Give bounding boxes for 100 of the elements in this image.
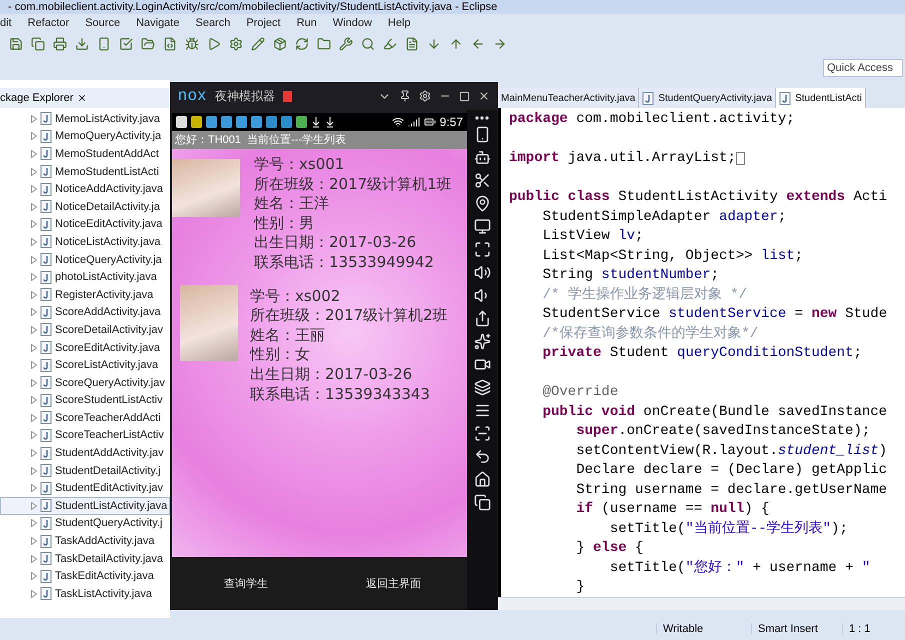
menu-item[interactable]: Project — [246, 17, 281, 29]
tree-item[interactable]: TaskListActivity.java — [0, 585, 170, 603]
tree-item[interactable]: ScoreListActivity.java — [0, 356, 170, 374]
toolbar-button[interactable] — [404, 36, 420, 52]
settings-button[interactable] — [419, 90, 431, 102]
tree-item[interactable]: ScoreTeacherAddActi — [0, 409, 170, 427]
menu-item[interactable]: Navigate — [136, 17, 180, 29]
menu-item[interactable]: Refactor — [28, 17, 70, 29]
tree-item[interactable]: ScoreDetailActivity.jav — [0, 321, 170, 339]
expand-arrow-icon[interactable] — [31, 220, 37, 228]
close-button[interactable] — [478, 90, 490, 102]
toolbar-button[interactable] — [360, 36, 376, 52]
menu-item[interactable]: Search — [195, 17, 230, 29]
emulator-tool-button[interactable] — [474, 379, 490, 396]
tree-item[interactable]: ScoreAddActivity.java — [0, 304, 170, 322]
toolbar-button[interactable] — [162, 36, 178, 52]
menu-item[interactable]: Help — [388, 17, 411, 29]
emulator-tool-button[interactable] — [474, 425, 490, 442]
view-tab[interactable]: ckage Explorer — [0, 88, 170, 108]
expand-arrow-icon[interactable] — [31, 466, 37, 475]
emulator-tool-button[interactable] — [474, 402, 490, 419]
tree-item[interactable]: TaskDetailActivity.java — [0, 550, 170, 568]
pin-button[interactable] — [399, 90, 411, 102]
expand-arrow-icon[interactable] — [31, 484, 37, 492]
toolbar-button[interactable] — [338, 36, 354, 52]
tree-item[interactable]: MemoQueryActivity.ja — [0, 128, 170, 146]
tree-item[interactable]: TaskAddActivity.java — [0, 532, 170, 550]
tree-item[interactable]: ScoreEditActivity.java — [0, 338, 170, 356]
emulator-tool-button[interactable] — [474, 471, 490, 488]
tree-item[interactable]: ScoreTeacherListActiv — [0, 426, 170, 444]
emulator-tool-button[interactable] — [474, 241, 490, 258]
toolbar-button[interactable] — [140, 36, 156, 52]
emulator-tool-button[interactable] — [474, 310, 490, 327]
expand-arrow-icon[interactable] — [31, 378, 37, 387]
toolbar-button[interactable] — [52, 36, 68, 52]
folded-code-icon[interactable] — [736, 152, 745, 166]
expand-arrow-icon[interactable] — [31, 202, 37, 211]
emulator-tool-button[interactable] — [474, 264, 490, 281]
tree-item[interactable]: NoticeAddActivity.java — [0, 180, 170, 198]
expand-arrow-icon[interactable] — [31, 414, 37, 422]
emulator-tool-button[interactable] — [474, 218, 490, 235]
toolbar-button[interactable] — [30, 36, 46, 52]
expand-arrow-icon[interactable] — [31, 256, 37, 264]
maximize-button[interactable] — [459, 90, 470, 102]
tree-item[interactable]: MemoStudentListActi — [0, 162, 170, 180]
emulator-tool-button[interactable] — [475, 116, 489, 120]
expand-arrow-icon[interactable] — [31, 326, 37, 334]
expand-arrow-icon[interactable] — [31, 590, 37, 598]
toolbar-button[interactable] — [316, 36, 332, 52]
expand-arrow-icon[interactable] — [31, 114, 37, 123]
toolbar-button[interactable] — [184, 36, 200, 52]
expand-arrow-icon[interactable] — [31, 431, 37, 440]
expand-arrow-icon[interactable] — [31, 132, 37, 140]
expand-arrow-icon[interactable] — [31, 273, 37, 282]
expand-arrow-icon[interactable] — [31, 449, 37, 458]
horizontal-scrollbar[interactable] — [498, 597, 905, 610]
close-icon[interactable] — [77, 93, 88, 103]
tree-item[interactable]: MemoListActivity.java — [0, 110, 170, 128]
toolbar-button[interactable] — [74, 36, 90, 52]
expand-arrow-icon[interactable] — [31, 290, 37, 299]
emulator-tool-button[interactable] — [474, 195, 490, 212]
tree-item[interactable]: NoticeDetailActivity.ja — [0, 198, 170, 216]
toolbar-button[interactable] — [272, 36, 288, 52]
editor-tab[interactable]: StudentListActi — [776, 88, 866, 108]
tree-item[interactable]: StudentDetailActivity.j — [0, 462, 170, 480]
emulator-tool-button[interactable] — [474, 149, 490, 166]
expand-arrow-icon[interactable] — [31, 308, 37, 316]
menu-item[interactable]: dit — [0, 17, 12, 29]
tree-item[interactable]: photoListActivity.java — [0, 268, 170, 286]
tree-item[interactable]: TaskEditActivity.java — [0, 567, 170, 586]
tree-item[interactable]: NoticeListActivity.java — [0, 233, 170, 251]
toolbar-button[interactable] — [118, 36, 134, 52]
expand-arrow-icon[interactable] — [31, 554, 37, 563]
editor-tab[interactable]: StudentQueryActivity.java — [639, 88, 776, 108]
emulator-tool-button[interactable] — [474, 448, 490, 465]
emulator-tool-button[interactable] — [474, 333, 490, 350]
toolbar-button[interactable] — [228, 36, 244, 52]
quick-access-field[interactable]: Quick Access — [823, 59, 903, 77]
tree-item[interactable]: StudentQueryActivity.j — [0, 514, 170, 532]
expand-arrow-icon[interactable] — [31, 344, 37, 352]
expand-arrow-icon[interactable] — [31, 238, 37, 246]
expand-arrow-icon[interactable] — [31, 185, 37, 194]
tree-item[interactable]: StudentEditActivity.jav — [0, 479, 170, 498]
expand-arrow-icon[interactable] — [31, 396, 37, 404]
emulator-tool-button[interactable] — [474, 494, 490, 511]
toolbar-button[interactable] — [294, 36, 310, 52]
toolbar-button[interactable] — [8, 36, 24, 52]
expand-arrow-icon[interactable] — [31, 361, 37, 370]
menu-item[interactable]: Source — [85, 17, 120, 29]
menu-item[interactable]: Window — [332, 17, 372, 29]
tree-item[interactable]: StudentAddActivity.jav — [0, 444, 170, 462]
expand-arrow-icon[interactable] — [31, 519, 37, 528]
toolbar-button[interactable] — [250, 36, 266, 52]
editor-tab[interactable]: MainMenuTeacherActivity.java — [498, 88, 640, 108]
tree-item[interactable]: RegisterActivity.java — [0, 286, 170, 304]
emulator-tool-button[interactable] — [474, 172, 490, 189]
tree-item[interactable]: StudentListActivity.java — [0, 497, 170, 515]
expand-arrow-icon[interactable] — [31, 150, 37, 158]
tree-item[interactable]: NoticeQueryActivity.ja — [0, 250, 170, 268]
tree-item[interactable]: ScoreStudentListActiv — [0, 392, 170, 410]
